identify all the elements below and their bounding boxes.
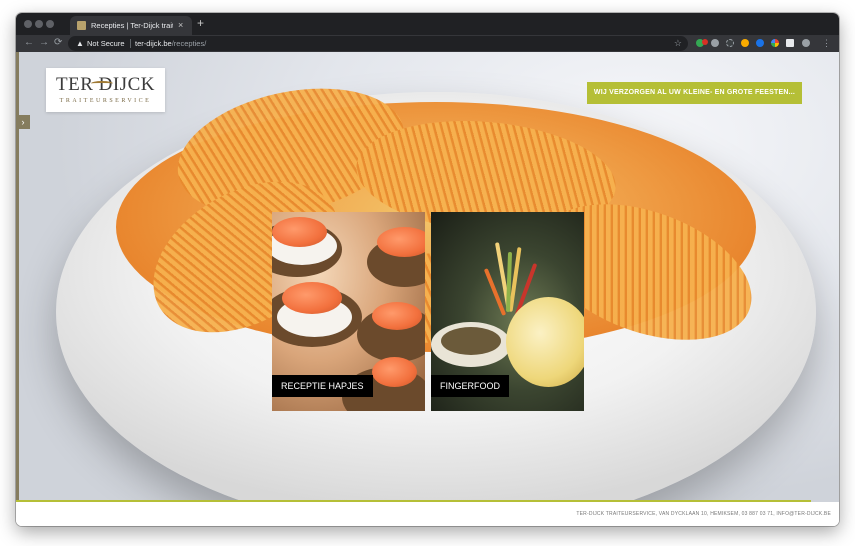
salmon-shape	[372, 302, 422, 330]
chips-cup-shape	[506, 297, 584, 387]
tile-fingerfood[interactable]: FINGERFOOD	[431, 212, 584, 411]
url-path: /recepties/	[171, 39, 207, 48]
url-host: ter-dijck.be	[135, 39, 172, 48]
maximize-window-button[interactable]	[46, 20, 54, 28]
salmon-shape	[377, 227, 425, 257]
close-window-button[interactable]	[24, 20, 32, 28]
tab-title: Recepties | Ter-Dijck traiteur s	[91, 21, 173, 30]
tab-close-icon[interactable]: ×	[178, 19, 183, 31]
url-separator	[130, 39, 131, 48]
browser-window: Recepties | Ter-Dijck traiteur s × + ← →…	[16, 13, 839, 526]
tile-receptie-hapjes[interactable]: RECEPTIE HAPJES	[272, 212, 425, 411]
tile-label: FINGERFOOD	[431, 375, 509, 397]
extension-globe-icon[interactable]	[756, 39, 764, 47]
bookmark-star-icon[interactable]: ☆	[674, 37, 682, 50]
tab-strip: Recepties | Ter-Dijck traiteur s × +	[16, 13, 839, 35]
back-arrow-icon[interactable]: ←	[24, 37, 34, 49]
logo-swoosh-icon	[91, 81, 113, 86]
extension-crop-icon[interactable]	[726, 39, 734, 47]
hero-background: › TER DIJCK TRAITEURSERVICE WIJ VERZORGE…	[16, 52, 839, 502]
salmon-shape	[282, 282, 342, 314]
reload-icon[interactable]: ⟳	[54, 37, 62, 49]
extension-emoji-icon[interactable]	[741, 39, 749, 47]
salmon-shape	[372, 357, 417, 387]
extension-badge	[702, 39, 708, 45]
tab-recepties[interactable]: Recepties | Ter-Dijck traiteur s ×	[70, 16, 192, 35]
footer-contact-text: TER-DIJCK TRAITEURSERVICE, VAN DYCKLAAN …	[576, 511, 831, 517]
profile-avatar-icon[interactable]	[802, 39, 810, 47]
site-footer: TER-DIJCK TRAITEURSERVICE, VAN DYCKLAAN …	[16, 502, 839, 526]
logo-subtitle: TRAITEURSERVICE	[59, 98, 152, 104]
url-text[interactable]: ter-dijck.be/recepties/	[135, 38, 206, 49]
site-favicon-icon	[77, 21, 86, 30]
minimize-window-button[interactable]	[35, 20, 43, 28]
extension-cloud-icon[interactable]	[711, 39, 719, 47]
extensions-puzzle-icon[interactable]	[786, 39, 794, 47]
browser-toolbar: ← → ⟳ ▲ Not Secure ter-dijck.be/receptie…	[16, 35, 839, 52]
site-logo[interactable]: TER DIJCK TRAITEURSERVICE	[46, 68, 165, 112]
new-tab-button[interactable]: +	[197, 16, 204, 30]
warning-triangle-icon: ▲	[76, 39, 84, 48]
cta-button[interactable]: WIJ VERZORGEN AL UW KLEINE- EN GROTE FEE…	[587, 82, 802, 104]
web-page: › TER DIJCK TRAITEURSERVICE WIJ VERZORGE…	[16, 52, 839, 526]
salmon-shape	[272, 217, 327, 247]
browser-menu-icon[interactable]: ⋮	[822, 37, 831, 49]
tile-label: RECEPTIE HAPJES	[272, 375, 373, 397]
address-bar[interactable]: ▲ Not Secure ter-dijck.be/recepties/ ☆	[68, 36, 688, 51]
extension-color-icon[interactable]	[771, 39, 779, 47]
forward-arrow-icon[interactable]: →	[39, 37, 49, 49]
security-label[interactable]: Not Secure	[87, 38, 125, 49]
chevron-right-icon[interactable]: ›	[16, 115, 30, 129]
nuts-shape	[441, 327, 501, 355]
